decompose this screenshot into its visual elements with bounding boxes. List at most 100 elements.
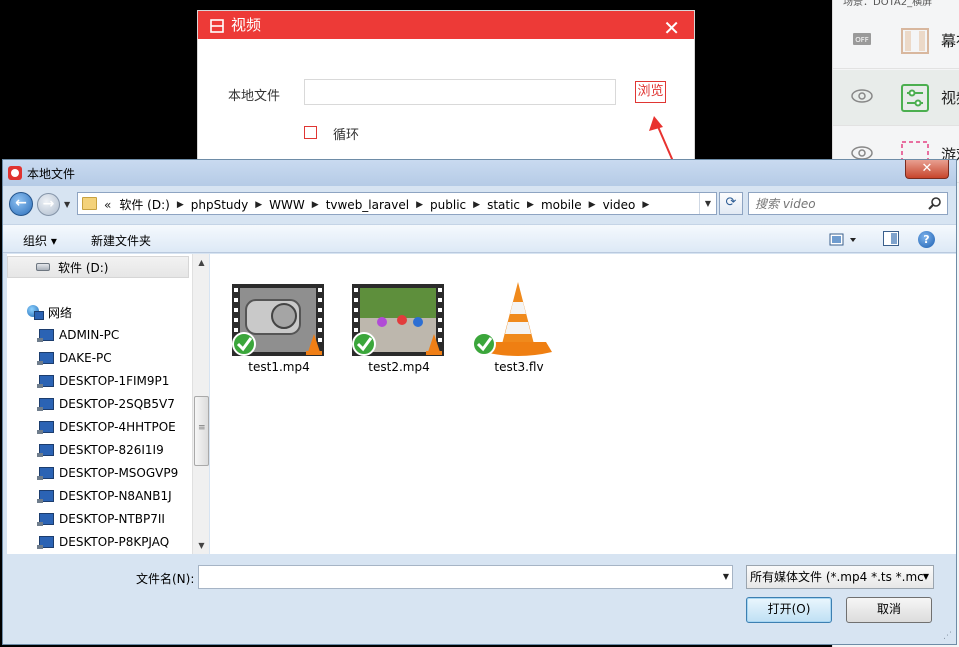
chevron-down-icon[interactable]: ▼ — [723, 572, 729, 581]
breadcrumb-item[interactable]: phpStudy — [191, 198, 249, 212]
computer-icon — [37, 374, 54, 388]
file-open-dialog: 本地文件 ✕ ← → ▼ « 软件 (D:) ▶ phpStudy ▶ WWW ▶ t… — [2, 159, 957, 645]
source-label-curtain: 幕布 — [941, 32, 959, 50]
search-input[interactable] — [755, 195, 925, 212]
nav-item-drive[interactable]: 软件 (D:) — [7, 256, 189, 278]
file-item-test2[interactable]: test2.mp4 — [334, 266, 444, 376]
nav-item-pc[interactable]: DESKTOP-N8ANB1J — [7, 485, 172, 507]
chevron-right-icon[interactable]: ▶ — [255, 200, 262, 210]
eye-icon[interactable] — [849, 88, 875, 104]
view-options-icon[interactable] — [829, 232, 859, 248]
help-icon[interactable]: ? — [918, 231, 935, 248]
video-file-icon — [232, 284, 324, 356]
nav-item-label: DESKTOP-1FIM9P1 — [59, 374, 170, 388]
forward-button[interactable]: → — [37, 193, 60, 216]
chevron-down-icon[interactable]: ▼ — [699, 193, 716, 214]
off-badge-icon[interactable]: OFF — [849, 31, 875, 47]
scene-label: 场景：DOTA2_横屏 — [833, 0, 959, 9]
chevron-right-icon[interactable]: ▶ — [473, 200, 480, 210]
breadcrumb-item[interactable]: mobile — [541, 198, 582, 212]
scroll-down-icon[interactable]: ▼ — [193, 537, 210, 554]
breadcrumb-item[interactable]: tvweb_laravel — [326, 198, 409, 212]
back-button[interactable]: ← — [9, 192, 33, 216]
nav-item-pc[interactable]: DESKTOP-4HHTPOE — [7, 416, 176, 438]
close-button[interactable]: ✕ — [905, 160, 949, 179]
nav-item-network[interactable]: 网络 — [7, 301, 72, 323]
nav-item-label: 网络 — [48, 305, 73, 320]
address-bar[interactable]: « 软件 (D:) ▶ phpStudy ▶ WWW ▶ tvweb_laravel ▶… — [77, 192, 717, 215]
nav-item-pc[interactable]: DESKTOP-826I1I9 — [7, 439, 164, 461]
source-label-video: 视频 — [941, 89, 959, 107]
open-button[interactable]: 打开(O) — [746, 597, 832, 623]
video-dialog-title: 视频 — [231, 16, 262, 34]
loop-label: 循环 — [333, 128, 360, 143]
filetype-value: 所有媒体文件 (*.mp4 *.ts *.mc — [750, 570, 924, 584]
nav-item-pc[interactable]: DESKTOP-2SQB5V7 — [7, 393, 175, 415]
breadcrumb-item[interactable]: WWW — [269, 198, 305, 212]
organize-button[interactable]: 组织 ▾ — [23, 232, 57, 249]
nav-item-pc[interactable]: DESKTOP-1FIM9P1 — [7, 370, 169, 392]
cancel-button[interactable]: 取消 — [846, 597, 932, 623]
app-icon — [8, 166, 22, 180]
search-box[interactable] — [748, 192, 948, 215]
recent-locations-icon[interactable]: ▼ — [64, 200, 70, 209]
navigation-pane: 软件 (D:) 网络 ADMIN-PC DAKE-PC DESKTOP-1FIM… — [7, 254, 194, 554]
new-folder-button[interactable]: 新建文件夹 — [91, 232, 151, 249]
chevron-right-icon[interactable]: ▶ — [416, 200, 423, 210]
nav-item-pc[interactable]: DESKTOP-P8KPJAQ — [7, 531, 169, 553]
nav-item-label: ADMIN-PC — [59, 328, 120, 342]
chevron-right-icon[interactable]: ▶ — [312, 200, 319, 210]
nav-item-label: DESKTOP-N8ANB1J — [59, 489, 172, 503]
computer-icon — [37, 443, 54, 457]
source-row-video[interactable]: 视频 — [833, 70, 959, 126]
nav-item-label: DESKTOP-P8KPJAQ — [59, 535, 170, 549]
vlc-cone-icon — [472, 282, 552, 356]
scroll-thumb[interactable] — [194, 396, 209, 466]
file-dialog-title: 本地文件 — [27, 167, 76, 181]
nav-item-label: DESKTOP-2SQB5V7 — [59, 397, 175, 411]
file-item-test3[interactable]: test3.flv — [454, 266, 554, 376]
nav-item-pc[interactable]: DAKE-PC — [7, 347, 112, 369]
nav-item-pc[interactable]: DESKTOP-NTBP7II — [7, 508, 165, 530]
source-row-curtain[interactable]: OFF 幕布 — [833, 13, 959, 69]
chevron-right-icon[interactable]: ▶ — [589, 200, 596, 210]
filename-input[interactable]: ▼ — [198, 565, 733, 589]
local-file-input[interactable] — [304, 79, 616, 105]
loop-checkbox[interactable] — [304, 126, 317, 139]
computer-icon — [37, 420, 54, 434]
nav-item-pc[interactable]: ADMIN-PC — [7, 324, 119, 346]
browse-button[interactable]: 浏览 — [635, 81, 666, 103]
chevron-down-icon[interactable]: ▼ — [923, 566, 929, 588]
video-source-dialog: 视频 ✕ 本地文件 浏览 循环 — [197, 10, 695, 160]
nav-item-pc[interactable]: DESKTOP-MSOGVP9 — [7, 462, 178, 484]
nav-scrollbar[interactable]: ▲ ▼ — [192, 254, 209, 554]
refresh-button[interactable]: ⟳ — [719, 192, 743, 215]
file-name: test2.mp4 — [368, 360, 430, 374]
chevron-right-icon[interactable]: ▶ — [177, 200, 184, 210]
file-list-pane: test1.mp4 test2.mp4 test3.flv — [210, 254, 956, 554]
search-icon[interactable] — [927, 196, 943, 212]
folder-icon — [82, 197, 97, 210]
toolbar: 组织 ▾ 新建文件夹 ? — [3, 224, 956, 253]
resize-grip[interactable]: ⋰ — [943, 631, 952, 641]
chevron-right-icon[interactable]: ▶ — [642, 200, 649, 210]
breadcrumb-item[interactable]: video — [603, 198, 636, 212]
network-icon — [26, 305, 44, 320]
computer-icon — [37, 397, 54, 411]
breadcrumb-overflow[interactable]: « — [104, 198, 111, 212]
video-dialog-titlebar: 视频 ✕ — [198, 11, 694, 42]
file-item-test1[interactable]: test1.mp4 — [214, 266, 324, 376]
filetype-select[interactable]: 所有媒体文件 (*.mp4 *.ts *.mc ▼ — [746, 565, 934, 589]
file-dialog-titlebar[interactable]: 本地文件 ✕ — [3, 160, 956, 186]
close-icon[interactable]: ✕ — [663, 14, 680, 42]
computer-icon — [37, 535, 54, 549]
chevron-right-icon[interactable]: ▶ — [527, 200, 534, 210]
preview-pane-icon[interactable] — [883, 231, 899, 246]
scroll-up-icon[interactable]: ▲ — [193, 254, 210, 271]
breadcrumb-item[interactable]: static — [487, 198, 520, 212]
computer-icon — [37, 351, 54, 365]
breadcrumb-item[interactable]: 软件 (D:) — [119, 196, 169, 213]
computer-icon — [37, 328, 54, 342]
breadcrumb-item[interactable]: public — [430, 198, 466, 212]
breadcrumb: « 软件 (D:) ▶ phpStudy ▶ WWW ▶ tvweb_laravel ▶… — [104, 196, 656, 213]
